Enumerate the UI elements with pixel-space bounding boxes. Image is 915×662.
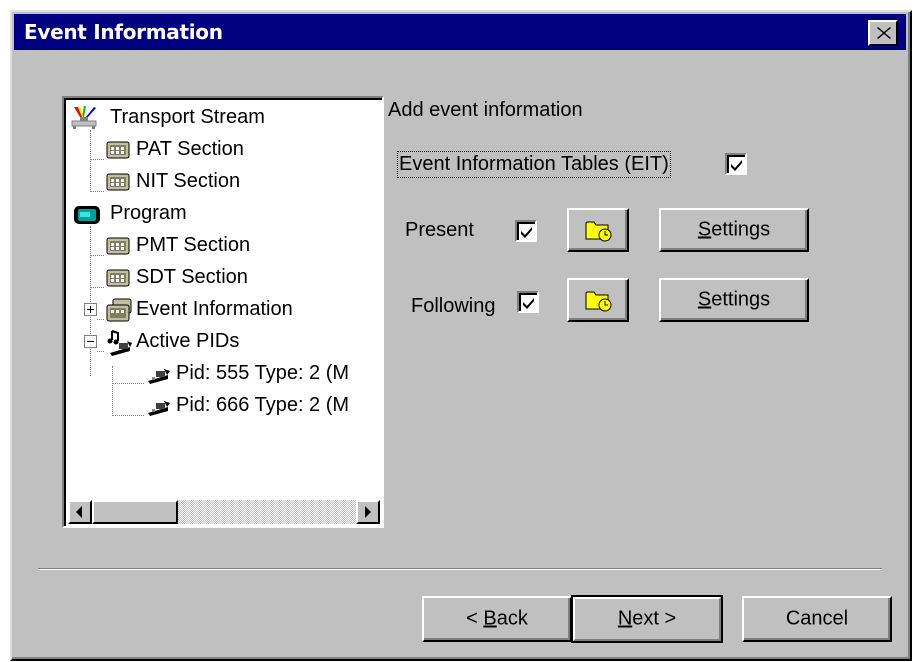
- footer-separator: [38, 568, 882, 570]
- section-icon: [106, 237, 130, 255]
- eit-checkbox[interactable]: [725, 153, 747, 175]
- tree-item-active-pids[interactable]: Active PIDs: [66, 326, 382, 356]
- following-schedule-button[interactable]: [567, 278, 629, 322]
- following-label: Following: [411, 295, 496, 317]
- tree-item-label: Program: [110, 202, 187, 224]
- tree-item-label: Transport Stream: [110, 106, 265, 128]
- tree-item-label: NIT Section: [136, 170, 241, 192]
- event-information-dialog: Event Information Transport Stream PAT S…: [10, 10, 912, 661]
- following-checkbox[interactable]: [517, 291, 539, 313]
- arrow-left-icon: [76, 506, 82, 518]
- close-button[interactable]: [868, 20, 898, 46]
- present-settings-button[interactable]: Settings: [659, 208, 809, 252]
- tree-item-pid-666[interactable]: Pid: 666 Type: 2 (M: [66, 390, 382, 420]
- tree-item-label: Active PIDs: [136, 330, 240, 352]
- tree-item-label: PMT Section: [136, 234, 251, 256]
- cancel-button[interactable]: Cancel: [742, 596, 892, 642]
- following-settings-button[interactable]: Settings: [659, 278, 809, 322]
- pid-icon: [148, 401, 170, 416]
- tree-item-sdt-section[interactable]: SDT Section: [66, 262, 382, 292]
- eit-checkbox-label[interactable]: Event Information Tables (EIT): [397, 151, 671, 178]
- next-label-rest: ext >: [632, 607, 677, 630]
- mnemonic-s: S: [697, 218, 712, 241]
- scrollbar-thumb[interactable]: [92, 500, 178, 524]
- tree-item-pmt-section[interactable]: PMT Section: [66, 230, 382, 260]
- active-pids-icon: [107, 330, 132, 356]
- close-icon: [877, 27, 891, 39]
- tree-item-transport-stream[interactable]: Transport Stream: [66, 102, 382, 132]
- folder-clock-icon: [585, 291, 612, 312]
- back-label-rest: ack: [496, 607, 528, 630]
- mnemonic-s: S: [697, 288, 712, 311]
- panel-heading: Add event information: [388, 99, 583, 121]
- scroll-right-button[interactable]: [356, 500, 380, 524]
- present-schedule-button[interactable]: [567, 208, 629, 252]
- dialog-title: Event Information: [24, 20, 223, 44]
- tree-item-event-information[interactable]: Event Information: [66, 294, 382, 324]
- tree-item-label: Pid: 555 Type: 2 (M: [176, 362, 350, 384]
- settings-label-rest: ettings: [711, 218, 771, 241]
- checkmark-icon: [731, 160, 742, 171]
- title-bar[interactable]: Event Information: [14, 14, 906, 50]
- checkmark-icon: [521, 227, 532, 238]
- present-checkbox[interactable]: [515, 220, 537, 242]
- tree-item-label: SDT Section: [136, 266, 248, 288]
- present-label: Present: [405, 219, 474, 241]
- folder-clock-icon: [585, 221, 612, 242]
- program-icon: [74, 206, 100, 224]
- tree-item-nit-section[interactable]: NIT Section: [66, 166, 382, 196]
- mnemonic-b: B: [483, 607, 497, 630]
- collapse-icon[interactable]: [84, 335, 97, 348]
- tree-item-pid-555[interactable]: Pid: 555 Type: 2 (M: [66, 358, 382, 388]
- section-icon: [106, 269, 130, 287]
- tree-item-label: Event Information: [136, 298, 293, 320]
- section-icon: [106, 141, 130, 159]
- tree-item-label: Pid: 666 Type: 2 (M: [176, 394, 350, 416]
- event-table-icon: [106, 298, 132, 322]
- tree-item-program[interactable]: Program: [66, 198, 382, 228]
- tree-item-pat-section[interactable]: PAT Section: [66, 134, 382, 164]
- cancel-label: Cancel: [785, 607, 849, 630]
- pid-icon: [148, 369, 170, 384]
- arrow-right-icon: [365, 506, 371, 518]
- tree-item-label: PAT Section: [136, 138, 244, 160]
- horizontal-scrollbar[interactable]: [68, 500, 380, 524]
- back-label-prefix: <: [466, 607, 484, 630]
- checkmark-icon: [523, 298, 534, 309]
- section-icon: [106, 173, 130, 191]
- transport-stream-icon: [71, 106, 97, 129]
- mnemonic-n: N: [617, 607, 633, 630]
- settings-label-rest: ettings: [711, 288, 771, 311]
- stream-tree-view[interactable]: Transport Stream PAT Section NIT Section…: [62, 96, 384, 528]
- scroll-left-button[interactable]: [68, 500, 92, 524]
- expand-icon[interactable]: [84, 303, 97, 316]
- next-button[interactable]: Next >: [571, 595, 723, 643]
- back-button[interactable]: < Back: [422, 596, 572, 642]
